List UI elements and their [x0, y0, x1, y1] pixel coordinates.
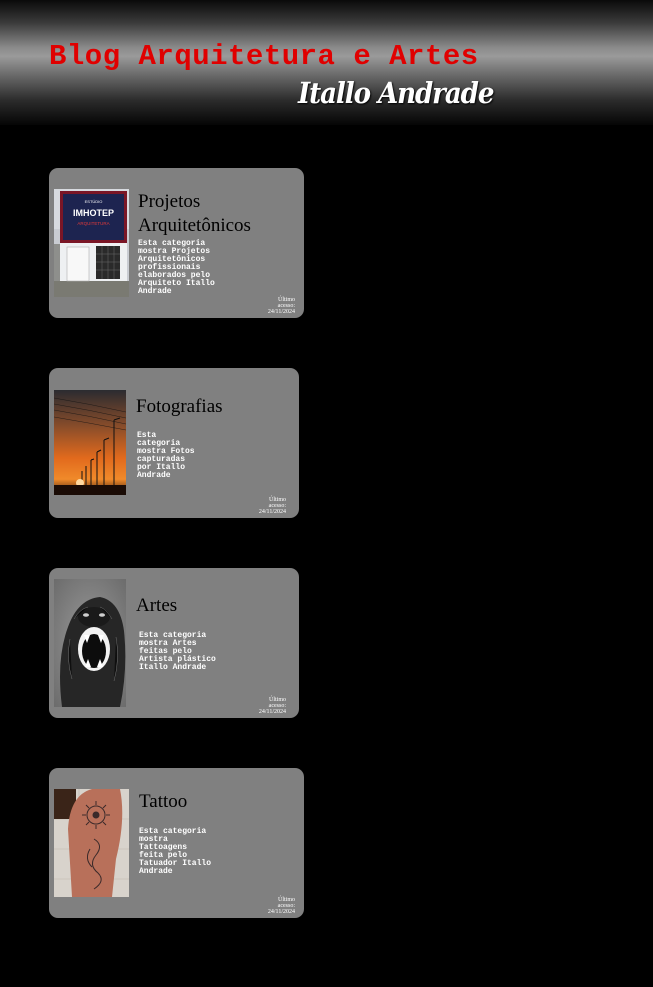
- tattoo-title[interactable]: Tattoo: [139, 790, 187, 814]
- projetos-title[interactable]: Projetos Arquitetônicos: [138, 190, 288, 238]
- site-title: Blog Arquitetura e Artes: [49, 40, 479, 73]
- projetos-description: Esta categoria mostra Projetos Arquitetô…: [138, 239, 215, 296]
- tattoo-description: Esta categoria mostra Tattoagens feita p…: [139, 827, 212, 876]
- last-access-date: 24/11/2024: [258, 509, 286, 515]
- last-access-label: Último acesso:: [277, 297, 295, 309]
- artes-last-access: Último acesso: 24/11/2024: [259, 697, 286, 715]
- projetos-last-access: Último acesso: 24/11/2024: [268, 297, 295, 315]
- projetos-image-brand-text: IMHOTEP: [73, 208, 114, 218]
- fotografias-last-access: Último acesso: 24/11/2024: [259, 497, 286, 515]
- last-access-date: 24/11/2024: [267, 909, 295, 915]
- category-card-fotografias[interactable]: Fotografias Esta categoria mostra Fotos …: [49, 368, 299, 518]
- artes-thumbnail[interactable]: [54, 579, 126, 707]
- artes-description: Esta categoria mostra Artes feitas pelo …: [139, 631, 216, 672]
- last-access-label: Último acesso:: [268, 697, 286, 709]
- fotografias-thumbnail[interactable]: [54, 390, 126, 495]
- last-access-date: 24/11/2024: [258, 709, 286, 715]
- category-card-tattoo[interactable]: Tattoo Esta categoria mostra Tattoagens …: [49, 768, 304, 918]
- fotografias-description: Esta categoria mostra Fotos capturadas p…: [137, 431, 195, 480]
- artes-title[interactable]: Artes: [136, 594, 177, 618]
- category-card-artes[interactable]: Artes Esta categoria mostra Artes feitas…: [49, 568, 299, 718]
- last-access-label: Último acesso:: [268, 497, 286, 509]
- projetos-image-sub-text: ARQUITETURA: [77, 221, 109, 226]
- tattoo-last-access: Último acesso: 24/11/2024: [268, 897, 295, 915]
- projetos-thumbnail[interactable]: ESTÚDIO IMHOTEP ARQUITETURA: [54, 189, 129, 297]
- last-access-label: Último acesso:: [277, 897, 295, 909]
- projetos-image-small-text: ESTÚDIO: [85, 199, 103, 204]
- site-header: Blog Arquitetura e Artes Itallo Andrade: [0, 0, 653, 125]
- site-author: Itallo Andrade: [298, 76, 494, 110]
- category-card-projetos[interactable]: ESTÚDIO IMHOTEP ARQUITETURA Projetos Arq…: [49, 168, 304, 318]
- fotografias-title[interactable]: Fotografias: [136, 395, 223, 419]
- tattoo-thumbnail[interactable]: [54, 789, 129, 897]
- last-access-date: 24/11/2024: [267, 309, 295, 315]
